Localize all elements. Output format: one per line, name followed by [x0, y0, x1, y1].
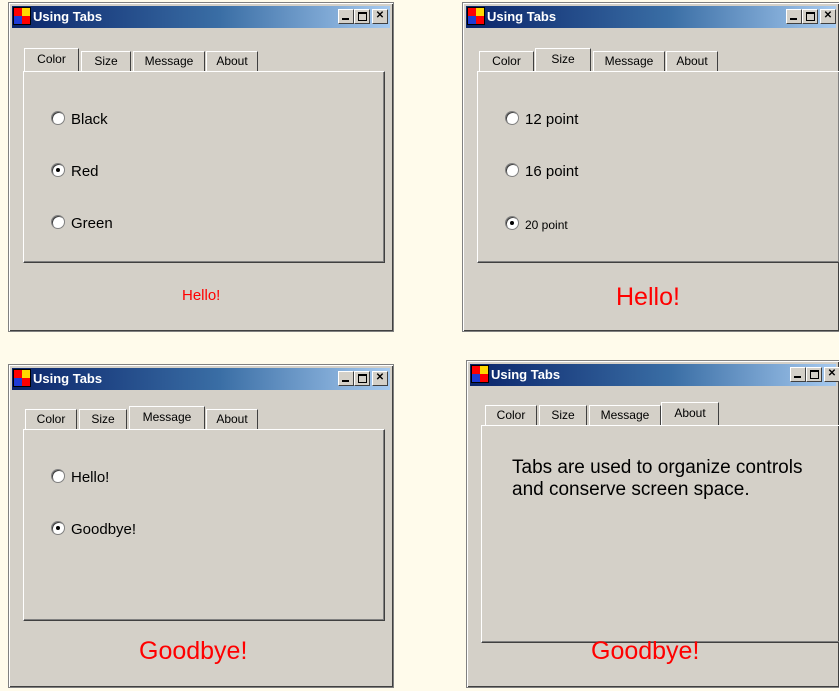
tab-size[interactable]: Size: [81, 51, 131, 71]
tab-about[interactable]: About: [206, 51, 258, 71]
maximize-icon[interactable]: [806, 367, 822, 382]
about-description: Tabs are used to organize controls and c…: [512, 457, 803, 500]
close-icon[interactable]: [372, 371, 388, 386]
radio-button-unchecked[interactable]: [51, 111, 65, 125]
radio-20-point[interactable]: 20 point: [505, 216, 568, 232]
radio-label: 12 point: [525, 111, 579, 128]
output-label: Goodbye!: [591, 637, 700, 665]
close-icon[interactable]: [820, 9, 836, 24]
radio-label: Black: [71, 111, 108, 128]
output-label: Hello!: [616, 283, 680, 311]
output-label: Hello!: [182, 287, 221, 304]
tab-size[interactable]: Size: [535, 48, 591, 71]
tab-message[interactable]: Message: [593, 51, 665, 71]
radio-label: 16 point: [525, 163, 579, 180]
close-icon[interactable]: [372, 9, 388, 24]
window-title: Using Tabs: [491, 367, 561, 382]
window-color: Using Tabs Color Size Message About Blac…: [8, 2, 394, 332]
radio-label: 20 point: [525, 218, 568, 232]
radio-button-unchecked[interactable]: [51, 215, 65, 229]
window-about: Using Tabs Color Size Message About Tabs…: [466, 360, 839, 688]
window-size: Using Tabs Color Size Message About 12 p…: [462, 2, 839, 332]
tab-color[interactable]: Color: [24, 48, 79, 71]
tab-size[interactable]: Size: [79, 409, 127, 429]
output-label: Goodbye!: [139, 637, 248, 665]
maximize-icon[interactable]: [354, 9, 370, 24]
radio-button-unchecked[interactable]: [51, 469, 65, 483]
radio-button-unchecked[interactable]: [505, 163, 519, 177]
radio-red[interactable]: Red: [51, 163, 99, 180]
tab-about[interactable]: About: [666, 51, 718, 71]
close-icon[interactable]: [824, 367, 839, 382]
radio-16-point[interactable]: 16 point: [505, 163, 578, 180]
maximize-icon[interactable]: [354, 371, 370, 386]
title-bar[interactable]: Using Tabs: [12, 6, 390, 28]
title-bar[interactable]: Using Tabs: [12, 368, 390, 390]
radio-button-unchecked[interactable]: [505, 111, 519, 125]
title-bar[interactable]: Using Tabs: [470, 364, 839, 386]
tab-color[interactable]: Color: [25, 409, 77, 429]
radio-label: Green: [71, 215, 113, 232]
window-title: Using Tabs: [33, 9, 103, 24]
radio-12-point[interactable]: 12 point: [505, 111, 578, 128]
radio-button-checked[interactable]: [51, 163, 65, 177]
minimize-icon[interactable]: [790, 367, 806, 382]
radio-button-checked[interactable]: [51, 521, 65, 535]
radio-label: Goodbye!: [71, 521, 137, 538]
tab-color[interactable]: Color: [479, 51, 534, 71]
window-title: Using Tabs: [33, 371, 103, 386]
app-icon: [471, 365, 489, 383]
tab-color[interactable]: Color: [485, 405, 537, 425]
window-title: Using Tabs: [487, 9, 557, 24]
tab-about[interactable]: About: [206, 409, 258, 429]
radio-label: Hello!: [71, 469, 110, 486]
radio-label: Red: [71, 163, 99, 180]
maximize-icon[interactable]: [802, 9, 818, 24]
app-icon: [13, 7, 31, 25]
radio-button-checked[interactable]: [505, 216, 519, 230]
tab-message[interactable]: Message: [129, 406, 205, 429]
window-message: Using Tabs Color Size Message About Hell…: [8, 364, 394, 688]
radio-hello[interactable]: Hello!: [51, 469, 109, 486]
tab-size[interactable]: Size: [539, 405, 587, 425]
minimize-icon[interactable]: [338, 371, 354, 386]
title-bar[interactable]: Using Tabs: [466, 6, 836, 28]
tab-message[interactable]: Message: [133, 51, 205, 71]
radio-black[interactable]: Black: [51, 111, 108, 128]
radio-green[interactable]: Green: [51, 215, 113, 232]
app-icon: [467, 7, 485, 25]
app-icon: [13, 369, 31, 387]
tab-message[interactable]: Message: [589, 405, 661, 425]
radio-goodbye[interactable]: Goodbye!: [51, 521, 136, 538]
minimize-icon[interactable]: [338, 9, 354, 24]
minimize-icon[interactable]: [786, 9, 802, 24]
tab-about[interactable]: About: [661, 402, 719, 425]
